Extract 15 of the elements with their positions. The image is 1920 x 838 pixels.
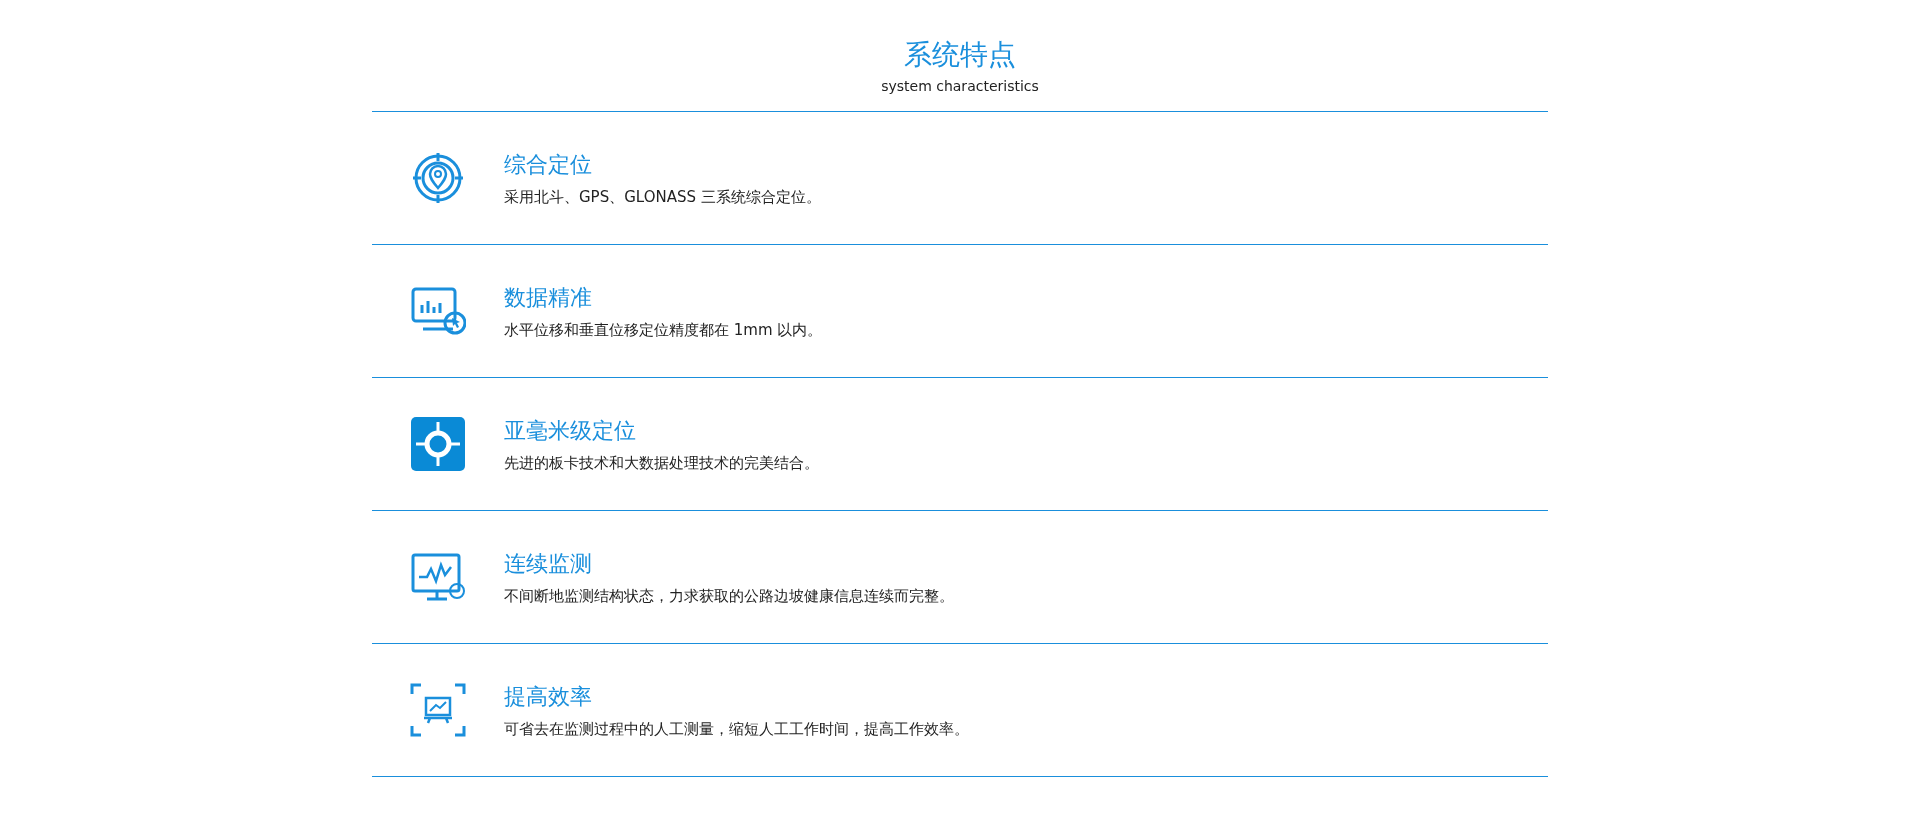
feature-description: 水平位移和垂直位移定位精度都在 1mm 以内。: [504, 320, 823, 340]
feature-title: 连续监测: [504, 549, 593, 578]
feature-title: 综合定位: [504, 150, 593, 179]
feature-title: 提高效率: [504, 682, 593, 711]
target-pin-icon: [410, 150, 466, 206]
feature-title: 数据精准: [504, 283, 593, 312]
feature-description: 先进的板卡技术和大数据处理技术的完美结合。: [504, 453, 819, 473]
feature-description: 可省去在监测过程中的人工测量，缩短人工工作时间，提高工作效率。: [504, 719, 969, 739]
crosshair-icon: [410, 416, 466, 472]
feature-description: 采用北斗、GPS、GLONASS 三系统综合定位。: [504, 187, 821, 207]
feature-description: 不间断地监测结构状态，力求获取的公路边坡健康信息连续而完整。: [504, 586, 954, 606]
chart-board-icon: [410, 682, 466, 738]
section-title: 系统特点: [904, 38, 1016, 72]
feature-title: 亚毫米级定位: [504, 416, 637, 445]
section-subtitle: system characteristics: [881, 78, 1039, 94]
